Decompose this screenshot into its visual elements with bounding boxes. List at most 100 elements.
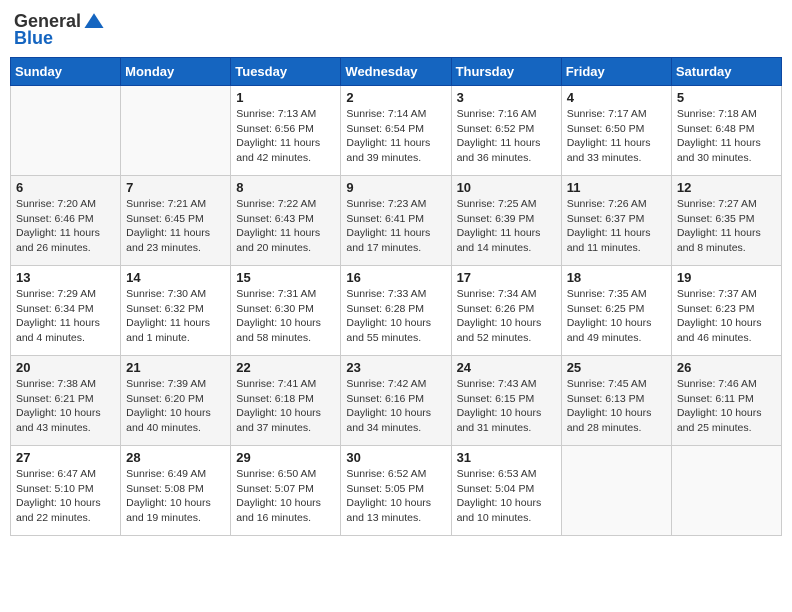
day-number: 31 (457, 450, 556, 465)
day-info: Sunrise: 7:16 AM Sunset: 6:52 PM Dayligh… (457, 107, 556, 166)
calendar-day-cell: 3 Sunrise: 7:16 AM Sunset: 6:52 PM Daylig… (451, 86, 561, 176)
day-number: 3 (457, 90, 556, 105)
day-info: Sunrise: 7:41 AM Sunset: 6:18 PM Dayligh… (236, 377, 335, 436)
day-number: 19 (677, 270, 776, 285)
day-number: 24 (457, 360, 556, 375)
day-info: Sunrise: 7:37 AM Sunset: 6:23 PM Dayligh… (677, 287, 776, 346)
day-number: 11 (567, 180, 666, 195)
calendar-day-cell: 7Sunrise: 7:21 AM Sunset: 6:45 PM Daylig… (121, 176, 231, 266)
day-number: 20 (16, 360, 115, 375)
day-info: Sunrise: 7:31 AM Sunset: 6:30 PM Dayligh… (236, 287, 335, 346)
calendar-day-cell: 14 Sunrise: 7:30 AM Sunset: 6:32 PM Dayli… (121, 266, 231, 356)
day-number: 17 (457, 270, 556, 285)
day-info: Sunrise: 7:17 AM Sunset: 6:50 PM Dayligh… (567, 107, 666, 166)
day-info: Sunrise: 7:33 AM Sunset: 6:28 PM Dayligh… (346, 287, 445, 346)
calendar-day-cell: 26 Sunrise: 7:46 AM Sunset: 6:11 PM Dayli… (671, 356, 781, 446)
day-info: Sunrise: 7:18 AM Sunset: 6:48 PM Dayligh… (677, 107, 776, 166)
day-number: 10 (457, 180, 556, 195)
day-number: 29 (236, 450, 335, 465)
day-number: 27 (16, 450, 115, 465)
calendar-day-cell: 22 Sunrise: 7:41 AM Sunset: 6:18 PM Dayli… (231, 356, 341, 446)
calendar-day-cell: 28 Sunrise: 6:49 AM Sunset: 5:08 PM Dayli… (121, 446, 231, 536)
day-info: Sunrise: 6:47 AM Sunset: 5:10 PM Dayligh… (16, 467, 115, 526)
calendar-week-row: 6 Sunrise: 7:20 AM Sunset: 6:46 PM Daylig… (11, 176, 782, 266)
calendar-day-cell: 4 Sunrise: 7:17 AM Sunset: 6:50 PM Daylig… (561, 86, 671, 176)
weekday-header-monday: Monday (121, 58, 231, 86)
day-number: 13 (16, 270, 115, 285)
calendar-day-cell: 16 Sunrise: 7:33 AM Sunset: 6:28 PM Dayli… (341, 266, 451, 356)
day-number: 12 (677, 180, 776, 195)
day-number: 15 (236, 270, 335, 285)
logo: General Blue (14, 10, 105, 49)
calendar-day-cell: 1 Sunrise: 7:13 AM Sunset: 6:56 PM Daylig… (231, 86, 341, 176)
calendar-day-cell: 11 Sunrise: 7:26 AM Sunset: 6:37 PM Dayli… (561, 176, 671, 266)
calendar-day-cell: 2 Sunrise: 7:14 AM Sunset: 6:54 PM Daylig… (341, 86, 451, 176)
day-info: Sunrise: 7:38 AM Sunset: 6:21 PM Dayligh… (16, 377, 115, 436)
calendar-day-cell: 20 Sunrise: 7:38 AM Sunset: 6:21 PM Dayli… (11, 356, 121, 446)
day-number: 26 (677, 360, 776, 375)
day-number: 22 (236, 360, 335, 375)
calendar-day-cell: 5Sunrise: 7:18 AM Sunset: 6:48 PM Daylig… (671, 86, 781, 176)
day-info: Sunrise: 7:26 AM Sunset: 6:37 PM Dayligh… (567, 197, 666, 256)
calendar-day-cell: 27 Sunrise: 6:47 AM Sunset: 5:10 PM Dayli… (11, 446, 121, 536)
day-info: Sunrise: 7:46 AM Sunset: 6:11 PM Dayligh… (677, 377, 776, 436)
day-info: Sunrise: 6:52 AM Sunset: 5:05 PM Dayligh… (346, 467, 445, 526)
calendar-week-row: 27 Sunrise: 6:47 AM Sunset: 5:10 PM Dayli… (11, 446, 782, 536)
weekday-header-wednesday: Wednesday (341, 58, 451, 86)
day-number: 30 (346, 450, 445, 465)
calendar-day-cell: 10 Sunrise: 7:25 AM Sunset: 6:39 PM Dayli… (451, 176, 561, 266)
weekday-header-sunday: Sunday (11, 58, 121, 86)
day-number: 9 (346, 180, 445, 195)
page-header: General Blue (10, 10, 782, 49)
day-number: 21 (126, 360, 225, 375)
calendar-day-cell: 29 Sunrise: 6:50 AM Sunset: 5:07 PM Dayli… (231, 446, 341, 536)
calendar-day-cell: 31 Sunrise: 6:53 AM Sunset: 5:04 PM Dayli… (451, 446, 561, 536)
calendar-day-cell: 12 Sunrise: 7:27 AM Sunset: 6:35 PM Dayli… (671, 176, 781, 266)
day-info: Sunrise: 7:20 AM Sunset: 6:46 PM Dayligh… (16, 197, 115, 256)
calendar-day-cell: 30 Sunrise: 6:52 AM Sunset: 5:05 PM Dayli… (341, 446, 451, 536)
calendar-day-cell: 6 Sunrise: 7:20 AM Sunset: 6:46 PM Daylig… (11, 176, 121, 266)
logo-container: General Blue (14, 10, 105, 49)
day-number: 25 (567, 360, 666, 375)
day-number: 1 (236, 90, 335, 105)
calendar-day-cell: 15 Sunrise: 7:31 AM Sunset: 6:30 PM Dayli… (231, 266, 341, 356)
calendar-day-cell: 18 Sunrise: 7:35 AM Sunset: 6:25 PM Dayli… (561, 266, 671, 356)
day-number: 7 (126, 180, 225, 195)
day-number: 23 (346, 360, 445, 375)
day-number: 14 (126, 270, 225, 285)
calendar-day-cell: 21 Sunrise: 7:39 AM Sunset: 6:20 PM Dayli… (121, 356, 231, 446)
day-info: Sunrise: 7:43 AM Sunset: 6:15 PM Dayligh… (457, 377, 556, 436)
calendar-day-cell: 8Sunrise: 7:22 AM Sunset: 6:43 PM Daylig… (231, 176, 341, 266)
day-number: 2 (346, 90, 445, 105)
calendar-day-cell: 9 Sunrise: 7:23 AM Sunset: 6:41 PM Daylig… (341, 176, 451, 266)
calendar-day-cell: 23 Sunrise: 7:42 AM Sunset: 6:16 PM Dayli… (341, 356, 451, 446)
day-info: Sunrise: 7:22 AM Sunset: 6:43 PM Dayligh… (236, 197, 335, 256)
day-info: Sunrise: 7:30 AM Sunset: 6:32 PM Dayligh… (126, 287, 225, 346)
day-info: Sunrise: 6:53 AM Sunset: 5:04 PM Dayligh… (457, 467, 556, 526)
calendar-day-cell: 25 Sunrise: 7:45 AM Sunset: 6:13 PM Dayli… (561, 356, 671, 446)
day-number: 6 (16, 180, 115, 195)
day-number: 18 (567, 270, 666, 285)
day-info: Sunrise: 7:23 AM Sunset: 6:41 PM Dayligh… (346, 197, 445, 256)
day-info: Sunrise: 6:49 AM Sunset: 5:08 PM Dayligh… (126, 467, 225, 526)
day-info: Sunrise: 7:42 AM Sunset: 6:16 PM Dayligh… (346, 377, 445, 436)
day-info: Sunrise: 7:14 AM Sunset: 6:54 PM Dayligh… (346, 107, 445, 166)
day-info: Sunrise: 7:39 AM Sunset: 6:20 PM Dayligh… (126, 377, 225, 436)
day-info: Sunrise: 7:27 AM Sunset: 6:35 PM Dayligh… (677, 197, 776, 256)
calendar-day-cell (561, 446, 671, 536)
day-info: Sunrise: 6:50 AM Sunset: 5:07 PM Dayligh… (236, 467, 335, 526)
weekday-header-saturday: Saturday (671, 58, 781, 86)
day-info: Sunrise: 7:13 AM Sunset: 6:56 PM Dayligh… (236, 107, 335, 166)
day-info: Sunrise: 7:45 AM Sunset: 6:13 PM Dayligh… (567, 377, 666, 436)
day-number: 28 (126, 450, 225, 465)
logo-blue: Blue (14, 28, 53, 49)
weekday-header-friday: Friday (561, 58, 671, 86)
day-info: Sunrise: 7:34 AM Sunset: 6:26 PM Dayligh… (457, 287, 556, 346)
calendar-day-cell: 19 Sunrise: 7:37 AM Sunset: 6:23 PM Dayli… (671, 266, 781, 356)
day-info: Sunrise: 7:25 AM Sunset: 6:39 PM Dayligh… (457, 197, 556, 256)
day-number: 4 (567, 90, 666, 105)
day-info: Sunrise: 7:35 AM Sunset: 6:25 PM Dayligh… (567, 287, 666, 346)
weekday-header-tuesday: Tuesday (231, 58, 341, 86)
day-number: 16 (346, 270, 445, 285)
weekday-header-row: SundayMondayTuesdayWednesdayThursdayFrid… (11, 58, 782, 86)
